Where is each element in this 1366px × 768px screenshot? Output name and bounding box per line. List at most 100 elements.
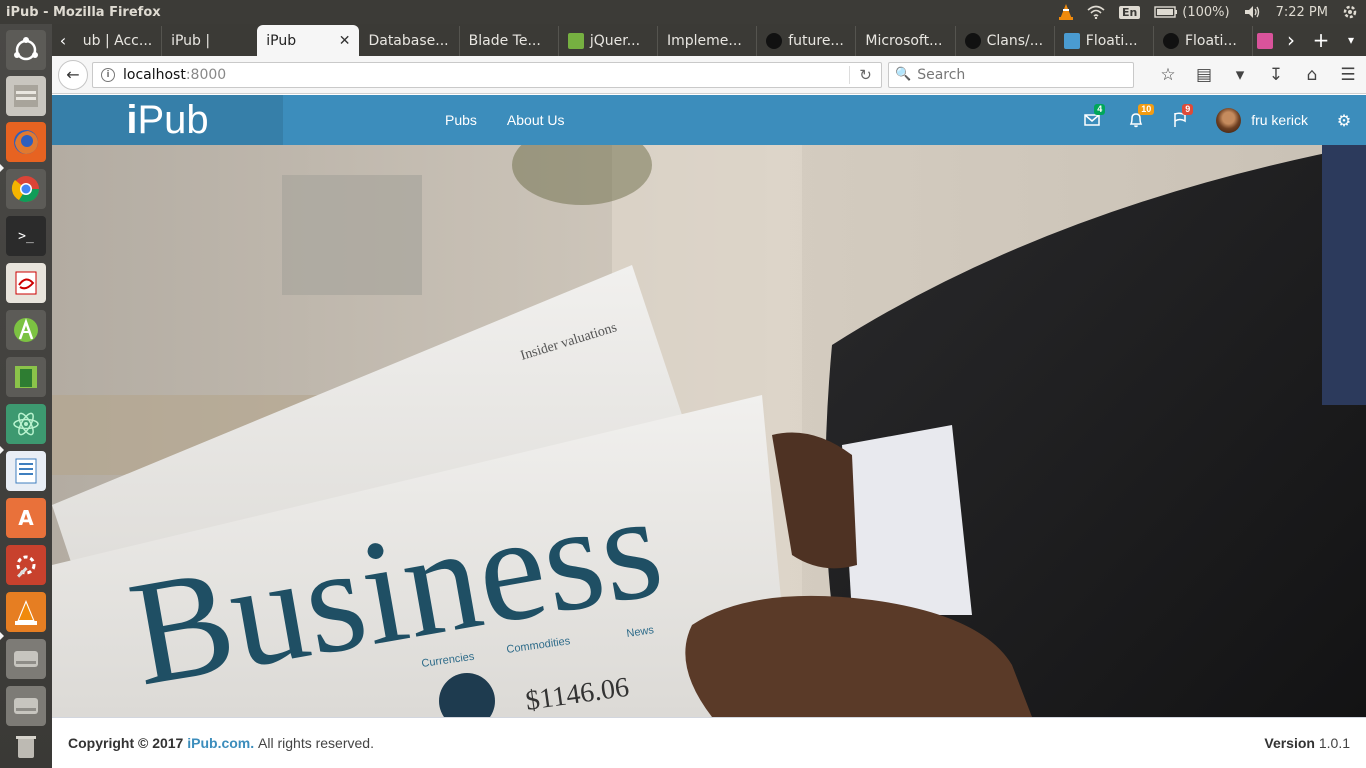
vlc-icon[interactable] <box>6 592 46 632</box>
home-icon[interactable]: ⌂ <box>1294 65 1330 85</box>
window-title: iPub - Mozilla Firefox <box>6 4 161 20</box>
battery-percentage: (100%) <box>1182 4 1230 20</box>
copyright-text: Copyright © 2017 <box>68 735 184 751</box>
document-viewer-icon[interactable] <box>6 357 46 397</box>
nav-link-pubs[interactable]: Pubs <box>445 112 477 128</box>
brand-suffix: Pub <box>137 97 209 142</box>
settings-tools-icon[interactable] <box>6 545 46 585</box>
list-all-tabs-icon[interactable]: ▾ <box>1336 33 1366 47</box>
tab-active[interactable]: iPub ✕ <box>257 25 360 56</box>
jquery-favicon-icon <box>567 33 584 49</box>
tab[interactable]: Blade Te... <box>458 26 558 56</box>
tab-label: Floati... <box>1184 33 1237 49</box>
terminal-icon[interactable]: >_ <box>6 216 46 256</box>
tab[interactable]: Clans/... <box>954 26 1054 56</box>
navigation-toolbar: ← i localhost:8000 ↻ 🔍 Search ☆ ▤ ▾ ↧ ⌂ … <box>52 56 1366 94</box>
tab-label: iPub | <box>171 33 211 49</box>
writer-icon[interactable] <box>6 451 46 491</box>
downloads-icon[interactable]: ↧ <box>1258 65 1294 85</box>
site-info-icon[interactable]: i <box>101 67 115 82</box>
tasks-badge: 9 <box>1182 104 1194 115</box>
github-favicon-icon <box>1162 33 1179 49</box>
atom-editor-icon[interactable] <box>6 404 46 444</box>
tab-label: Impleme... <box>667 33 742 49</box>
tab[interactable]: Floati... <box>1152 26 1252 56</box>
version-info: Version 1.0.1 <box>1264 735 1350 751</box>
tab[interactable] <box>1252 26 1276 56</box>
software-center-icon[interactable]: A <box>6 498 46 538</box>
tab[interactable]: Database... <box>359 26 458 56</box>
brand-logo[interactable]: i Pub <box>52 95 283 145</box>
notifications-menu[interactable]: 10 <box>1114 95 1158 145</box>
battery-icon[interactable] <box>1154 6 1178 18</box>
tab-label: Microsoft... <box>865 33 943 49</box>
tab-scroll-left-icon[interactable]: ‹ <box>52 24 74 56</box>
url-host: localhost <box>123 66 186 83</box>
android-studio-icon[interactable] <box>6 310 46 350</box>
main-nav: Pubs About Us <box>445 95 565 145</box>
vlc-tray-icon[interactable] <box>1058 4 1073 20</box>
running-app-indicator <box>0 164 4 172</box>
tab-label: Clans/... <box>986 33 1044 49</box>
tab[interactable]: Impleme... <box>657 26 756 56</box>
search-icon: 🔍 <box>895 67 912 82</box>
reading-list-icon[interactable]: ▤ <box>1186 65 1222 85</box>
tasks-menu[interactable]: 9 <box>1158 95 1202 145</box>
volume-icon[interactable] <box>1244 5 1262 19</box>
running-app-indicator <box>0 446 4 454</box>
tab-label: ub | Acc... <box>82 33 153 49</box>
tab-label: Floati... <box>1085 33 1138 49</box>
tab-strip: ‹ ub | Acc... iPub | iPub ✕ Database... … <box>52 24 1366 56</box>
tab[interactable]: jQuer... <box>557 26 657 56</box>
tab[interactable]: future... <box>756 26 855 56</box>
system-top-panel: iPub - Mozilla Firefox En (100%) 7:22 PM <box>0 0 1366 24</box>
bookmark-star-icon[interactable]: ☆ <box>1150 65 1186 85</box>
new-tab-icon[interactable]: + <box>1306 28 1336 52</box>
page-footer: Copyright © 2017 iPub.com. All rights re… <box>52 717 1366 768</box>
site-header: i Pub Pubs About Us 4 10 9 fru kerick ⚙ <box>52 95 1366 145</box>
files-icon[interactable] <box>6 76 46 116</box>
url-bar[interactable]: i localhost:8000 ↻ <box>92 61 882 88</box>
site-link[interactable]: iPub.com. <box>187 735 254 751</box>
clock[interactable]: 7:22 PM <box>1276 5 1328 20</box>
rights-text: All rights reserved. <box>258 735 374 751</box>
nav-link-about-us[interactable]: About Us <box>507 112 565 128</box>
chrome-icon[interactable] <box>6 169 46 209</box>
wifi-icon[interactable] <box>1087 5 1105 19</box>
user-name: fru kerick <box>1251 112 1308 128</box>
envelope-icon <box>1084 114 1100 126</box>
back-icon[interactable]: ← <box>58 59 88 90</box>
keyboard-layout-indicator[interactable]: En <box>1118 5 1141 19</box>
tab[interactable]: Floati... <box>1053 26 1153 56</box>
notifications-badge: 10 <box>1138 104 1155 115</box>
brand-prefix: i <box>126 97 138 142</box>
trash-icon[interactable] <box>6 727 46 767</box>
tab-scroll-right-icon[interactable]: › <box>1276 28 1306 52</box>
tab-label: Database... <box>368 33 449 49</box>
firefox-icon[interactable] <box>6 122 46 162</box>
version-label: Version <box>1264 735 1315 751</box>
messages-menu[interactable]: 4 <box>1070 95 1114 145</box>
close-tab-icon[interactable]: ✕ <box>323 33 351 49</box>
user-menu[interactable]: fru kerick <box>1202 95 1322 145</box>
drive-icon[interactable] <box>6 639 46 679</box>
tab[interactable]: ub | Acc... <box>74 26 161 56</box>
system-settings-icon[interactable] <box>1342 4 1358 20</box>
pocket-icon[interactable]: ▾ <box>1222 65 1258 85</box>
tab-label: Blade Te... <box>468 33 541 49</box>
drive-icon[interactable] <box>6 686 46 726</box>
ubuntu-dash-icon[interactable] <box>6 30 46 70</box>
avatar <box>1216 107 1242 133</box>
search-placeholder: Search <box>917 66 966 83</box>
menu-icon[interactable]: ☰ <box>1330 65 1366 85</box>
github-favicon-icon <box>766 33 783 49</box>
url-port: :8000 <box>185 66 227 83</box>
search-input[interactable]: 🔍 Search <box>888 61 1134 88</box>
text-editor-icon[interactable] <box>6 263 46 303</box>
reload-icon[interactable]: ↻ <box>849 65 881 84</box>
tab[interactable]: Microsoft... <box>855 26 954 56</box>
running-app-indicator <box>0 632 4 640</box>
tab[interactable]: iPub | <box>161 26 257 56</box>
version-number: 1.0.1 <box>1318 735 1350 751</box>
control-sidebar-toggle[interactable]: ⚙ <box>1322 111 1366 130</box>
